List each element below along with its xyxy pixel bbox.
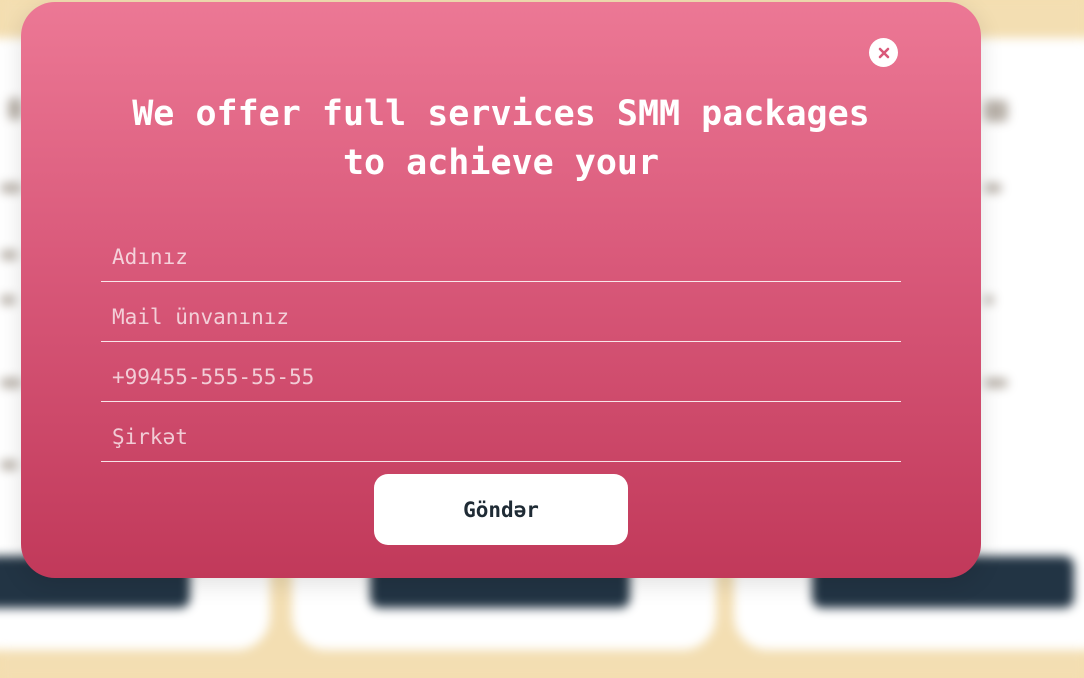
background-text (984, 183, 1002, 193)
phone-input[interactable] (101, 354, 901, 400)
contact-modal: We offer full services SMM packages to a… (21, 2, 981, 578)
contact-form (101, 234, 901, 462)
close-icon (878, 47, 889, 58)
background-text (984, 100, 1008, 122)
submit-button[interactable]: Göndər (374, 474, 628, 545)
background-text (0, 378, 22, 388)
background-text (984, 295, 994, 305)
company-field (101, 402, 901, 462)
background-text (0, 295, 16, 305)
background-text (984, 378, 1008, 388)
modal-title: We offer full services SMM packages to a… (132, 94, 870, 183)
close-button[interactable] (869, 38, 898, 67)
name-input[interactable] (101, 234, 901, 280)
name-field (101, 234, 901, 282)
phone-field (101, 342, 901, 402)
background-text (0, 460, 18, 470)
email-input[interactable] (101, 294, 901, 340)
background-text (8, 98, 22, 120)
company-input[interactable] (101, 414, 901, 460)
background-text (0, 183, 22, 193)
email-field (101, 282, 901, 342)
background-text (0, 250, 18, 260)
